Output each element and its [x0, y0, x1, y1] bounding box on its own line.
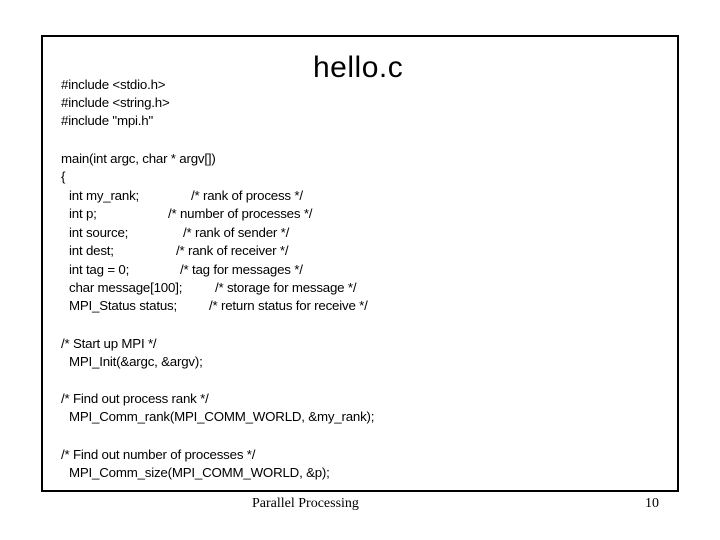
declaration-code: int tag = 0; — [69, 262, 130, 277]
block-comment: /* Find out process rank */ — [61, 391, 209, 406]
declaration-code: MPI_Status status; — [69, 298, 177, 313]
declaration-code: int dest; — [69, 243, 114, 258]
include-line: #include <stdio.h> — [61, 77, 166, 92]
declaration-code: int source; — [69, 225, 129, 240]
declaration-code: int p; — [69, 206, 97, 221]
include-line: #include <string.h> — [61, 95, 170, 110]
block-code: MPI_Init(&argc, &argv); — [69, 354, 203, 369]
open-brace: { — [61, 169, 66, 184]
declaration-comment: /* tag for messages */ — [180, 262, 303, 277]
block-code: MPI_Comm_size(MPI_COMM_WORLD, &p); — [69, 465, 330, 480]
declaration-comment: /* rank of process */ — [191, 188, 303, 203]
main-signature: main(int argc, char * argv[]) — [61, 151, 216, 166]
footer-course: Parallel Processing — [252, 496, 359, 511]
slide-title: hello.c — [313, 51, 404, 84]
block-code: MPI_Comm_rank(MPI_COMM_WORLD, &my_rank); — [69, 409, 375, 424]
page-number: 10 — [645, 496, 659, 511]
include-line: #include "mpi.h" — [61, 113, 153, 128]
declaration-code: char message[100]; — [69, 280, 183, 295]
declaration-comment: /* storage for message */ — [215, 280, 357, 295]
declaration-comment: /* rank of receiver */ — [176, 243, 289, 258]
declaration-comment: /* rank of sender */ — [183, 225, 290, 240]
block-comment: /* Start up MPI */ — [61, 336, 157, 351]
declaration-comment: /* number of processes */ — [168, 206, 313, 221]
declaration-code: int my_rank; — [69, 188, 140, 203]
block-comment: /* Find out number of processes */ — [61, 447, 256, 462]
declaration-comment: /* return status for receive */ — [209, 298, 368, 313]
